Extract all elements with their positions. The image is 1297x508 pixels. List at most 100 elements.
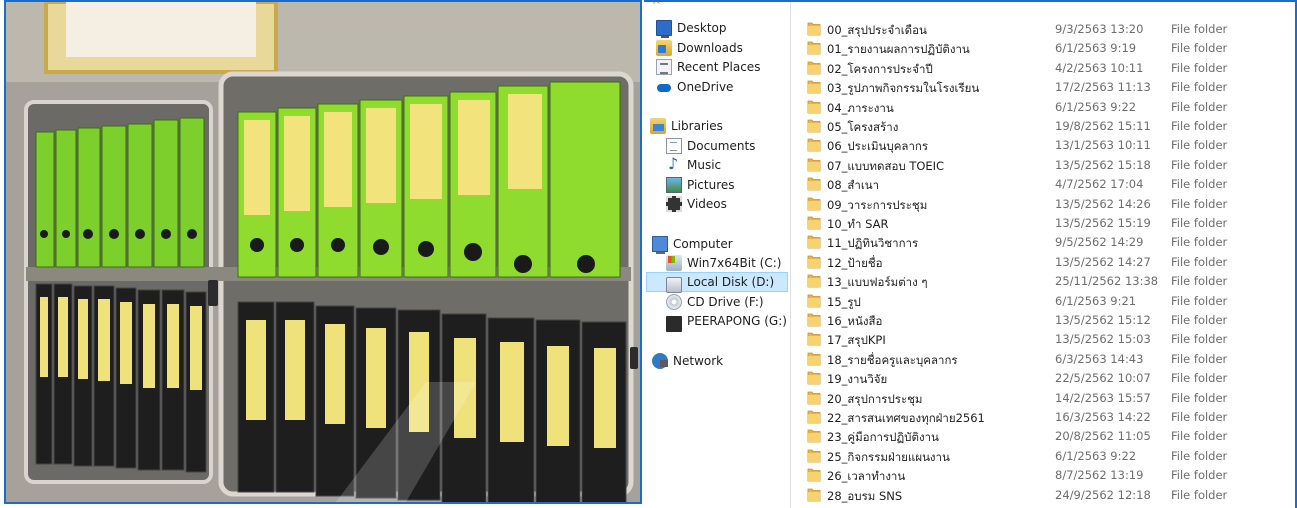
- file-name: 13_แบบฟอร์มต่าง ๆ: [827, 275, 928, 290]
- nav-item-label: PEERAPONG (G:): [687, 314, 787, 328]
- nav-item-label: OneDrive: [677, 80, 734, 94]
- folder-icon: [807, 61, 821, 75]
- folder-icon: [807, 410, 821, 424]
- file-type: File folder: [1171, 371, 1228, 386]
- file-name: 07_แบบทดสอบ TOEIC: [827, 158, 945, 173]
- folder-icon: [807, 22, 821, 36]
- file-name: 16_หนังสือ: [827, 314, 883, 328]
- file-name: 15_รูป: [827, 294, 861, 309]
- file-row[interactable]: 01_รายงานผลการปฏิบัติงาน 6/1/2563 9:19 Fil…: [791, 38, 1295, 57]
- file-row[interactable]: 13_แบบฟอร์มต่าง ๆ 25/11/2562 13:38 File fo…: [791, 271, 1295, 290]
- network-icon: [652, 353, 668, 369]
- computer-icon: [652, 236, 668, 254]
- file-row[interactable]: 07_แบบทดสอบ TOEIC 13/5/2562 15:18 File fol…: [791, 155, 1295, 174]
- file-date-modified: 13/5/2562 14:26: [1055, 196, 1151, 211]
- file-name: 28_อบรม SNS: [827, 488, 903, 503]
- file-row[interactable]: 25_กิจกรรมฝ่ายแผนงาน 6/1/2563 9:22 File fo…: [791, 446, 1295, 465]
- file-row[interactable]: 08_สำเนา 4/7/2562 17:04 File folder: [791, 174, 1295, 193]
- folder-icon: [807, 138, 821, 152]
- folder-icon: [807, 429, 821, 443]
- file-type: File folder: [1171, 99, 1228, 114]
- file-row[interactable]: 16_หนังสือ 13/5/2562 15:12 File folder: [791, 310, 1295, 329]
- nav-item-onedrive[interactable]: OneDrive: [656, 77, 733, 97]
- file-row[interactable]: 05_โครงสร้าง 19/8/2562 15:11 File folder: [791, 116, 1295, 135]
- file-row[interactable]: 15_รูป 6/1/2563 9:21 File folder: [791, 291, 1295, 310]
- file-row[interactable]: 18_รายชื่อครูและบุคลากร 6/3/2563 14:43 Fil…: [791, 349, 1295, 368]
- folder-icon: [807, 391, 821, 404]
- file-row[interactable]: 04_ภาระงาน 6/1/2563 9:22 File folder: [791, 97, 1295, 116]
- videos-icon: [666, 196, 682, 212]
- file-date-modified: 6/1/2563 9:22: [1055, 99, 1137, 114]
- file-name: 00_สรุปประจำเดือน: [827, 23, 927, 37]
- file-type: File folder: [1171, 293, 1228, 308]
- file-date-modified: 14/2/2563 15:57: [1055, 390, 1151, 405]
- file-row[interactable]: 22_สารสนเทศของทุกฝ่าย2561 16/3/2563 14:22…: [791, 407, 1295, 426]
- nav-item-label: Computer: [673, 237, 733, 251]
- file-date-modified: 6/1/2563 9:21: [1055, 293, 1137, 308]
- file-row[interactable]: 17_สรุปKPI 13/5/2562 15:03 File folder: [791, 329, 1295, 348]
- file-name: 22_สารสนเทศของทุกฝ่าย2561: [827, 411, 985, 425]
- file-row[interactable]: 02_โครงการประจำปี 4/2/2563 10:11 File fold…: [791, 58, 1295, 77]
- file-row[interactable]: 20_สรุปการประชุม 14/2/2563 15:57 File fold…: [791, 388, 1295, 407]
- file-name: 23_คู่มือการปฏิบัติงาน: [827, 430, 939, 445]
- nav-item-recent-places[interactable]: Recent Places: [656, 57, 760, 77]
- file-name: 08_สำเนา: [827, 178, 880, 193]
- file-row[interactable]: 12_ป้ายชื่อ 13/5/2562 14:27 File folder: [791, 252, 1295, 271]
- nav-item-libraries[interactable]: Libraries: [650, 116, 723, 136]
- folder-icon: [807, 449, 821, 463]
- file-date-modified: 24/9/2562 12:18: [1055, 487, 1151, 502]
- nav-item-videos[interactable]: Videos: [666, 194, 727, 214]
- file-date-modified: 13/5/2562 15:19: [1055, 216, 1151, 230]
- file-row[interactable]: 23_คู่มือการปฏิบัติงาน 20/8/2562 11:05 Fil…: [791, 426, 1295, 445]
- folder-icon: [807, 119, 821, 133]
- nav-item-drive-f[interactable]: CD Drive (F:): [666, 292, 764, 312]
- file-date-modified: 6/1/2563 9:19: [1055, 41, 1137, 56]
- favorites-header[interactable]: ★: [650, 2, 671, 10]
- file-row[interactable]: 28_อบรม SNS 24/9/2562 12:18 File folder: [791, 485, 1295, 504]
- nav-item-documents[interactable]: Documents: [666, 136, 755, 156]
- file-row[interactable]: 00_สรุปประจำเดือน 9/3/2563 13:20 File fold…: [791, 19, 1295, 38]
- file-type: File folder: [1171, 80, 1228, 95]
- file-row[interactable]: 26_เวลาทำงาน 8/7/2562 13:19 File folder: [791, 465, 1295, 484]
- file-row[interactable]: 19_งานวิจัย 22/5/2562 10:07 File folder: [791, 368, 1295, 387]
- documents-icon: [666, 138, 682, 154]
- file-type: File folder: [1171, 313, 1228, 327]
- nav-item-music[interactable]: Music: [666, 154, 721, 175]
- nav-item-network[interactable]: Network: [652, 351, 723, 371]
- cd-drive-icon: [666, 294, 682, 310]
- file-name: 02_โครงการประจำปี: [827, 61, 933, 76]
- nav-item-drive-g[interactable]: PEERAPONG (G:): [666, 311, 787, 332]
- file-type: File folder: [1171, 390, 1228, 405]
- file-row[interactable]: 03_รูปภาพกิจกรรมในโรงเรียน 17/2/2563 11:1…: [791, 77, 1295, 96]
- file-list: 00_สรุปประจำเดือน 9/3/2563 13:20 File fold…: [791, 2, 1295, 508]
- file-name: 25_กิจกรรมฝ่ายแผนงาน: [827, 449, 950, 464]
- nav-item-downloads[interactable]: Downloads: [656, 38, 743, 58]
- nav-item-label: Videos: [687, 197, 727, 211]
- nav-item-drive-d[interactable]: Local Disk (D:): [646, 272, 788, 293]
- folder-icon: [807, 80, 821, 94]
- file-date-modified: 8/7/2562 13:19: [1055, 468, 1144, 483]
- file-name: 05_โครงสร้าง: [827, 120, 899, 134]
- file-date-modified: 4/2/2563 10:11: [1055, 60, 1144, 75]
- folder-icon: [807, 216, 821, 230]
- file-date-modified: 19/8/2562 15:11: [1055, 119, 1151, 133]
- file-type: File folder: [1171, 429, 1228, 444]
- folder-icon: [807, 100, 821, 113]
- file-name: 01_รายงานผลการปฏิบัติงาน: [827, 42, 970, 57]
- file-row[interactable]: 10_ทำ SAR 13/5/2562 15:19 File folder: [791, 213, 1295, 232]
- folder-icon: [807, 177, 821, 191]
- nav-item-pictures[interactable]: Pictures: [666, 175, 735, 195]
- file-row[interactable]: 11_ปฏิทินวิชาการ 9/5/2562 14:29 File folde…: [791, 232, 1295, 251]
- nav-item-label: Desktop: [677, 21, 727, 35]
- file-row[interactable]: 06_ประเมินบุคลากร 13/1/2563 10:11 File fol…: [791, 135, 1295, 154]
- file-row[interactable]: 09_วาระการประชุม 13/5/2562 14:26 File fold…: [791, 194, 1295, 213]
- nav-item-computer[interactable]: Computer: [652, 234, 733, 254]
- folder-icon: [807, 352, 821, 366]
- file-name: 06_ประเมินบุคลากร: [827, 139, 929, 154]
- nav-item-desktop[interactable]: Desktop: [656, 18, 727, 38]
- file-date-modified: 13/5/2562 14:27: [1055, 254, 1151, 269]
- nav-item-drive-c[interactable]: Win7x64Bit (C:): [666, 253, 781, 273]
- nav-item-label: CD Drive (F:): [687, 295, 764, 309]
- file-name: 17_สรุปKPI: [827, 333, 886, 348]
- file-type: File folder: [1171, 41, 1228, 56]
